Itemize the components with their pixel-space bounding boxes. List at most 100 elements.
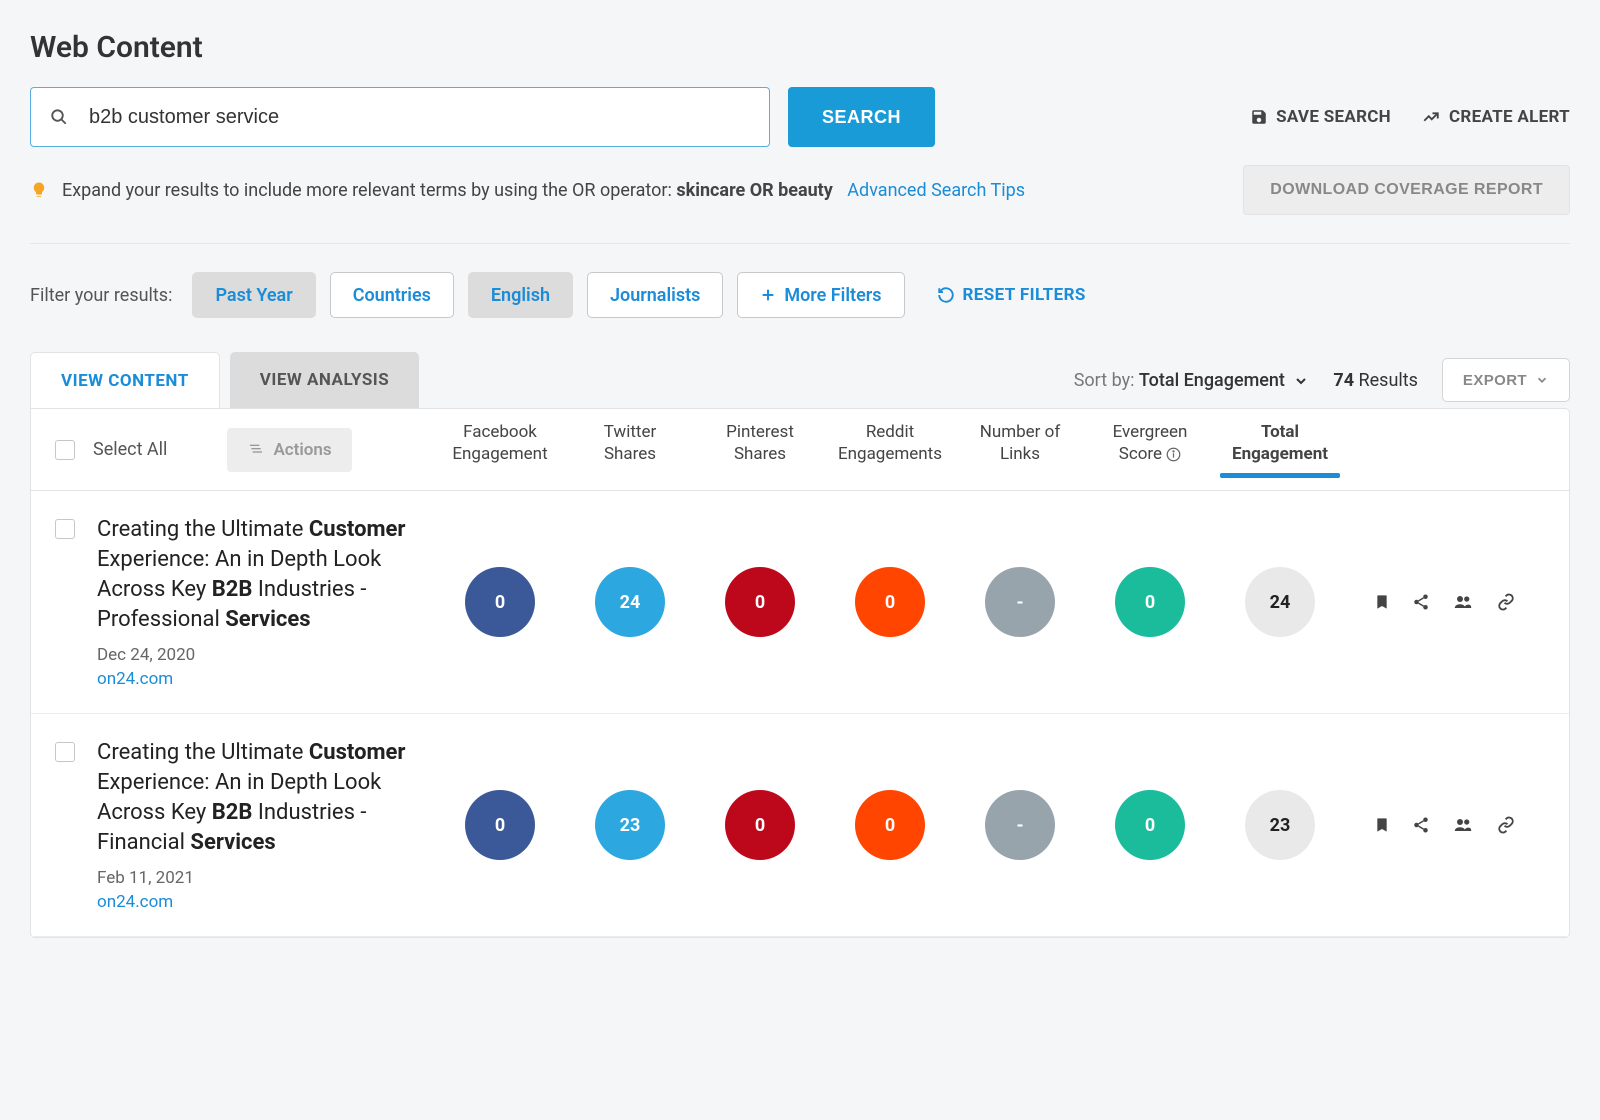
results-panel: Select All Actions FacebookEngagement Tw…	[30, 408, 1570, 938]
people-icon[interactable]	[1452, 816, 1474, 834]
metric-evergreen: 0	[1115, 790, 1185, 860]
metric-total: 24	[1245, 567, 1315, 637]
link-icon[interactable]	[1496, 593, 1516, 611]
info-icon[interactable]	[1166, 447, 1181, 462]
select-all-checkbox[interactable]	[55, 440, 75, 460]
header-actions: SAVE SEARCH CREATE ALERT	[1250, 107, 1570, 127]
save-search-label: SAVE SEARCH	[1276, 107, 1391, 127]
col-links[interactable]: Number ofLinks	[955, 421, 1085, 478]
metrics: 0 24 0 0 - 0 24	[435, 567, 1345, 637]
more-filters-label: More Filters	[784, 285, 881, 306]
col-pinterest[interactable]: PinterestShares	[695, 421, 825, 478]
col-twitter[interactable]: TwitterShares	[565, 421, 695, 478]
page-title: Web Content	[30, 30, 1570, 65]
filter-row: Filter your results: Past Year Countries…	[30, 272, 1570, 318]
table-row: Creating the Ultimate Customer Experienc…	[31, 714, 1569, 937]
result-title[interactable]: Creating the Ultimate Customer Experienc…	[97, 738, 427, 858]
search-input[interactable]	[30, 87, 770, 147]
link-icon[interactable]	[1496, 816, 1516, 834]
col-evergreen[interactable]: Evergreen Score	[1085, 421, 1215, 478]
plus-icon	[760, 287, 776, 303]
sort-area: Sort by: Total Engagement 74 Results EXP…	[1074, 358, 1570, 402]
sort-value: Total Engagement	[1139, 370, 1285, 391]
filter-countries[interactable]: Countries	[330, 272, 454, 318]
tab-row: VIEW CONTENT VIEW ANALYSIS Sort by: Tota…	[30, 352, 1570, 408]
results-number: 74	[1333, 370, 1354, 391]
title-block: Creating the Ultimate Customer Experienc…	[97, 738, 427, 912]
sort-control[interactable]: Sort by: Total Engagement	[1074, 370, 1310, 391]
results-count: 74 Results	[1333, 370, 1418, 391]
metric-links: -	[985, 567, 1055, 637]
col-facebook[interactable]: FacebookEngagement	[435, 421, 565, 478]
table-row: Creating the Ultimate Customer Experienc…	[31, 491, 1569, 714]
col-total-engagement[interactable]: TotalEngagement	[1215, 421, 1345, 478]
list-icon	[247, 442, 265, 458]
tab-view-analysis[interactable]: VIEW ANALYSIS	[230, 352, 420, 408]
filter-journalists[interactable]: Journalists	[587, 272, 723, 318]
metric-twitter: 23	[595, 790, 665, 860]
results-label: Results	[1359, 370, 1418, 391]
search-icon	[50, 108, 68, 126]
metric-evergreen: 0	[1115, 567, 1185, 637]
table-header: Select All Actions FacebookEngagement Tw…	[31, 409, 1569, 491]
search-button[interactable]: SEARCH	[788, 87, 935, 147]
create-alert-button[interactable]: CREATE ALERT	[1421, 107, 1570, 127]
select-all-label: Select All	[93, 439, 167, 460]
result-source[interactable]: on24.com	[97, 669, 173, 689]
share-icon[interactable]	[1412, 593, 1430, 611]
export-label: EXPORT	[1463, 372, 1527, 389]
filter-past-year[interactable]: Past Year	[192, 272, 315, 318]
bookmark-icon[interactable]	[1374, 593, 1390, 611]
more-filters-button[interactable]: More Filters	[737, 272, 904, 318]
metric-reddit: 0	[855, 567, 925, 637]
reset-filters-button[interactable]: RESET FILTERS	[937, 285, 1086, 305]
search-row: SEARCH SAVE SEARCH CREATE ALERT	[30, 87, 1570, 147]
share-icon[interactable]	[1412, 816, 1430, 834]
col-reddit[interactable]: RedditEngagements	[825, 421, 955, 478]
search-wrap	[30, 87, 770, 147]
tip-prefix: Expand your results to include more rele…	[62, 180, 676, 201]
metric-twitter: 24	[595, 567, 665, 637]
export-button[interactable]: EXPORT	[1442, 358, 1570, 402]
save-icon	[1250, 108, 1268, 126]
bookmark-icon[interactable]	[1374, 816, 1390, 834]
row-actions	[1345, 593, 1545, 611]
actions-label: Actions	[273, 440, 331, 460]
create-alert-label: CREATE ALERT	[1449, 107, 1570, 127]
row-actions	[1345, 816, 1545, 834]
metric-pinterest: 0	[725, 567, 795, 637]
reset-filters-label: RESET FILTERS	[963, 285, 1086, 305]
metric-reddit: 0	[855, 790, 925, 860]
chevron-down-icon	[1535, 373, 1549, 387]
download-report-button[interactable]: DOWNLOAD COVERAGE REPORT	[1243, 165, 1570, 215]
metric-links: -	[985, 790, 1055, 860]
row-checkbox[interactable]	[55, 742, 75, 762]
advanced-search-link[interactable]: Advanced Search Tips	[847, 180, 1025, 201]
result-date: Dec 24, 2020	[97, 645, 427, 665]
tip-row: Expand your results to include more rele…	[30, 165, 1570, 215]
lightbulb-icon	[30, 179, 48, 201]
tip-text: Expand your results to include more rele…	[62, 180, 1025, 201]
filter-label: Filter your results:	[30, 285, 172, 306]
people-icon[interactable]	[1452, 593, 1474, 611]
result-date: Feb 11, 2021	[97, 868, 427, 888]
filter-english[interactable]: English	[468, 272, 573, 318]
actions-button[interactable]: Actions	[227, 428, 351, 472]
metric-facebook: 0	[465, 790, 535, 860]
metric-total: 23	[1245, 790, 1315, 860]
title-block: Creating the Ultimate Customer Experienc…	[97, 515, 427, 689]
result-source[interactable]: on24.com	[97, 892, 173, 912]
metric-pinterest: 0	[725, 790, 795, 860]
sort-label: Sort by:	[1074, 370, 1135, 391]
save-search-button[interactable]: SAVE SEARCH	[1250, 107, 1391, 127]
tip-example: skincare OR beauty	[676, 180, 832, 201]
chevron-down-icon	[1293, 373, 1309, 389]
tab-view-content[interactable]: VIEW CONTENT	[30, 352, 220, 408]
refresh-icon	[937, 286, 955, 304]
row-checkbox[interactable]	[55, 519, 75, 539]
metrics: 0 23 0 0 - 0 23	[435, 790, 1345, 860]
divider	[30, 243, 1570, 244]
result-title[interactable]: Creating the Ultimate Customer Experienc…	[97, 515, 427, 635]
trend-up-icon	[1421, 108, 1441, 126]
metric-facebook: 0	[465, 567, 535, 637]
